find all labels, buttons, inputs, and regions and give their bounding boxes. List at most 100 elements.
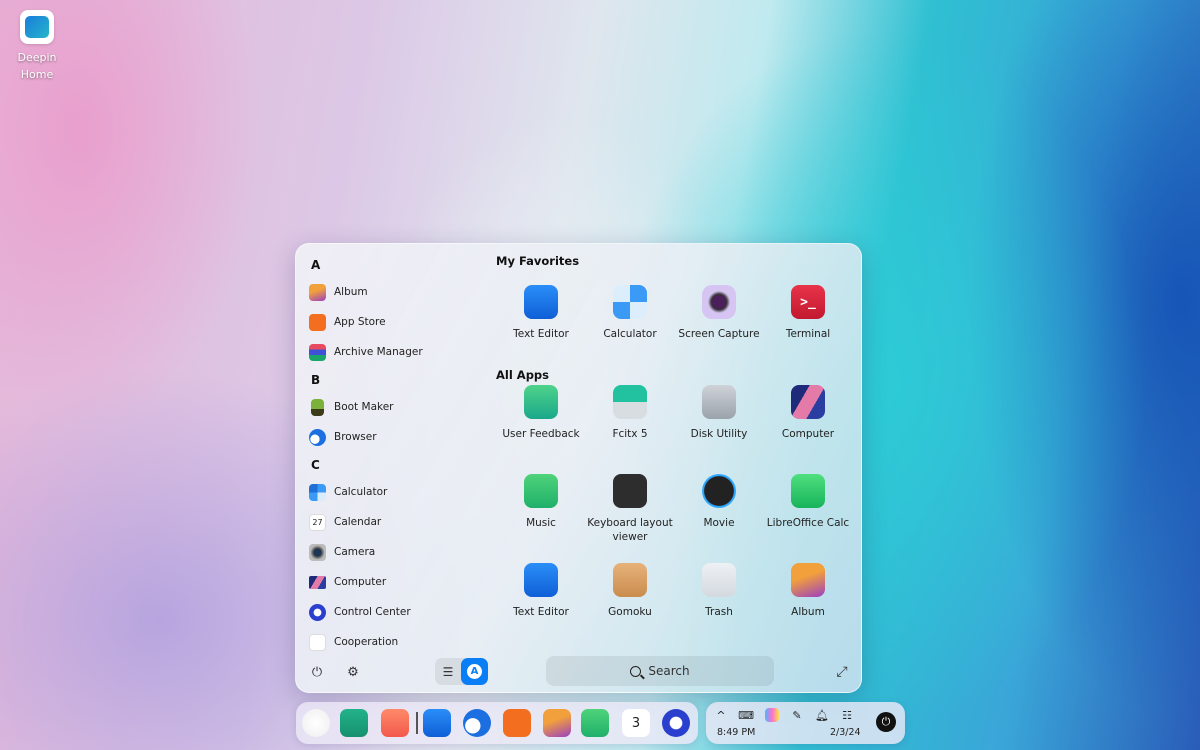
app-label: Album <box>791 606 825 618</box>
computer-icon <box>309 575 326 589</box>
list-item-album[interactable]: Album <box>309 281 368 303</box>
app-label: Computer <box>781 428 835 440</box>
dock-workspaces[interactable] <box>381 709 409 737</box>
app-launcher: A Album App Store Archive Manager B Boot… <box>295 243 862 693</box>
dock-album[interactable] <box>543 709 571 737</box>
all-apps-item-gomoku[interactable]: Gomoku <box>585 563 675 619</box>
all-apps-item-libreoffice-calc[interactable]: LibreOffice Calc <box>763 474 853 530</box>
terminal-icon: >_ <box>791 285 825 319</box>
user-feedback-icon <box>524 385 558 419</box>
app-label: Text Editor <box>513 328 569 340</box>
dock-multitasking[interactable] <box>340 709 368 737</box>
fullscreen-button[interactable]: ⤢ <box>833 663 851 681</box>
desktop-icon-deepin-home[interactable]: Deepin Home <box>14 10 60 83</box>
app-label: Movie <box>703 517 735 529</box>
all-apps-item-movie[interactable]: Movie <box>674 474 764 530</box>
all-apps-item-user-feedback[interactable]: User Feedback <box>496 385 586 441</box>
group-letter: A <box>311 258 321 272</box>
tray-user-button[interactable] <box>765 708 779 722</box>
tray-expand-button[interactable]: ^ <box>714 708 728 722</box>
app-label: Terminal <box>785 328 831 340</box>
app-label: Text Editor <box>513 606 569 618</box>
settings-icon: ⚙ <box>347 664 359 680</box>
chevron-up-icon: ^ <box>716 708 726 722</box>
app-label: Gomoku <box>608 606 652 618</box>
all-apps-item-disk-utility[interactable]: Disk Utility <box>674 385 764 441</box>
alphabetical-view-button[interactable]: A <box>461 658 488 685</box>
group-letter: B <box>311 373 321 387</box>
list-item-label: Computer <box>334 576 387 588</box>
favorite-app-terminal[interactable]: >_ Terminal <box>763 285 853 341</box>
pen-icon: ✎ <box>792 708 802 722</box>
all-apps-item-music[interactable]: Music <box>496 474 586 530</box>
app-label: Keyboard layout viewer <box>587 517 673 543</box>
power-icon: ⏻ <box>311 664 323 680</box>
view-mode-toggle: ☰ A <box>435 658 488 685</box>
all-apps-item-fcitx-5[interactable]: Fcitx 5 <box>585 385 675 441</box>
alphabetical-app-list[interactable]: A Album App Store Archive Manager B Boot… <box>296 244 486 651</box>
keyboard-icon: ⌨ <box>738 708 754 722</box>
list-item-label: Album <box>334 286 368 298</box>
list-item-label: Calculator <box>334 486 388 498</box>
app-label: Calculator <box>603 328 657 340</box>
dock-app-store[interactable] <box>503 709 531 737</box>
power-button[interactable]: ⏻ <box>308 663 326 681</box>
dock-calendar[interactable]: 3 <box>622 709 650 737</box>
list-item-camera[interactable]: Camera <box>309 541 375 563</box>
list-item-boot-maker[interactable]: Boot Maker <box>309 396 393 418</box>
list-item-archive-manager[interactable]: Archive Manager <box>309 341 423 363</box>
favorite-app-screen-capture[interactable]: Screen Capture <box>674 285 764 341</box>
system-tray: ^ ⌨ ✎ 🔔︎ ☷ 8:49 PM 2/3/24 ⏻ <box>706 702 905 744</box>
list-item-label: App Store <box>334 316 386 328</box>
list-item-browser[interactable]: Browser <box>309 426 377 448</box>
search-input[interactable]: Search <box>546 656 774 686</box>
list-item-cooperation[interactable]: Cooperation <box>309 631 398 653</box>
boot-maker-icon <box>311 398 324 416</box>
deepin-home-icon <box>20 10 54 44</box>
tray-quick-settings-button[interactable]: ☷ <box>840 708 854 722</box>
tray-pen-button[interactable]: ✎ <box>790 708 804 722</box>
favorite-app-text-editor[interactable]: Text Editor <box>496 285 586 341</box>
settings-button[interactable]: ⚙ <box>344 663 362 681</box>
camera-icon <box>309 543 326 561</box>
libreoffice-calc-icon <box>791 474 825 508</box>
app-label: LibreOffice Calc <box>766 517 850 529</box>
list-item-computer[interactable]: Computer <box>309 571 386 593</box>
list-item-calculator[interactable]: Calculator <box>309 481 387 503</box>
list-item-control-center[interactable]: Control Center <box>309 601 411 623</box>
all-apps-item-trash[interactable]: Trash <box>674 563 764 619</box>
dock-browser[interactable] <box>463 709 491 737</box>
clock-date[interactable]: 2/3/24 <box>830 727 861 738</box>
app-label: Trash <box>705 606 733 618</box>
text-editor-icon <box>524 563 558 597</box>
clock-time[interactable]: 8:49 PM <box>717 727 755 738</box>
dock-control-center[interactable] <box>662 709 690 737</box>
tray-keyboard-button[interactable]: ⌨ <box>738 708 754 722</box>
favorite-app-calculator[interactable]: Calculator <box>585 285 675 341</box>
calculator-icon <box>309 483 326 501</box>
all-apps-item-computer[interactable]: Computer <box>763 385 853 441</box>
list-item-app-store[interactable]: App Store <box>309 311 386 333</box>
cooperation-icon <box>309 633 326 651</box>
app-label: User Feedback <box>502 428 580 440</box>
app-label: Screen Capture <box>678 328 760 340</box>
list-view-button[interactable]: ☰ <box>435 658 461 685</box>
text-editor-icon <box>524 285 558 319</box>
all-apps-item-keyboard-layout-viewer[interactable]: Keyboard layout viewer <box>585 474 675 544</box>
shutdown-button[interactable]: ⏻ <box>876 712 896 732</box>
app-label: Disk Utility <box>690 428 748 440</box>
dock-file-manager[interactable] <box>423 709 451 737</box>
all-apps-item-text-editor[interactable]: Text Editor <box>496 563 586 619</box>
movie-icon <box>702 474 736 508</box>
favorites-title: My Favorites <box>496 254 580 268</box>
screen-capture-icon <box>702 285 736 319</box>
list-item-calendar[interactable]: 27 Calendar <box>309 511 381 533</box>
app-label: Music <box>526 517 556 529</box>
control-center-icon <box>309 603 326 621</box>
dock-music[interactable] <box>581 709 609 737</box>
dock-launcher[interactable] <box>302 709 330 737</box>
all-apps-item-album[interactable]: Album <box>763 563 853 619</box>
archive-manager-icon <box>309 343 326 361</box>
app-label: Fcitx 5 <box>612 428 648 440</box>
tray-notifications-button[interactable]: 🔔︎ <box>815 708 829 722</box>
